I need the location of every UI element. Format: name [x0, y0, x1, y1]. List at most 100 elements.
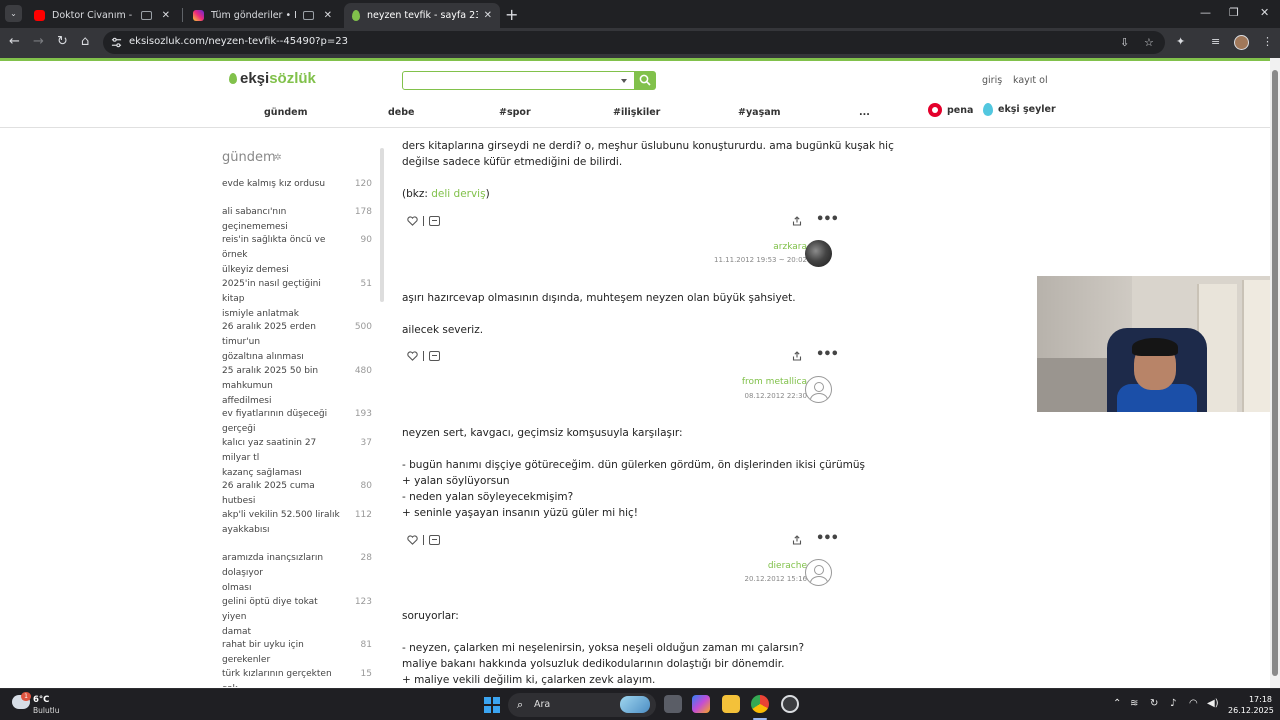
register-link[interactable]: kayıt ol [1013, 75, 1048, 86]
close-tab-icon[interactable]: ✕ [162, 10, 170, 21]
search-input[interactable] [402, 71, 635, 90]
dislike-icon[interactable] [429, 535, 440, 545]
profile-avatar[interactable] [1234, 35, 1249, 50]
entry-date[interactable]: 08.12.2012 22:30 [745, 392, 807, 400]
back-icon[interactable]: ← [9, 35, 20, 49]
entry-author[interactable]: arzkara [773, 242, 807, 252]
weather-temperature[interactable]: 6°C [33, 695, 49, 705]
nav-iliskiler[interactable]: #ilişkiler [613, 107, 660, 118]
search-options-chevron-icon[interactable] [621, 79, 627, 83]
favorite-heart-icon[interactable] [407, 216, 418, 226]
dislike-icon[interactable] [429, 351, 440, 361]
close-tab-icon[interactable]: ✕ [324, 10, 332, 21]
site-logo[interactable]: ekşisözlük [229, 70, 316, 87]
bookmark-star-icon[interactable]: ☆ [1144, 36, 1154, 49]
nav-debe[interactable]: debe [388, 107, 415, 118]
install-app-icon[interactable]: ⇩ [1120, 36, 1129, 49]
restore-icon[interactable]: ❐ [1229, 6, 1239, 19]
close-window-icon[interactable]: ✕ [1260, 6, 1269, 19]
network-icon[interactable]: ≋ [1130, 698, 1138, 709]
entry-author[interactable]: dierache [768, 561, 807, 571]
extensions-icon[interactable]: ✦ [1176, 35, 1185, 48]
forward-icon[interactable]: → [33, 35, 44, 49]
more-options-icon[interactable]: ••• [816, 531, 839, 546]
favorite-heart-icon[interactable] [407, 535, 418, 545]
share-icon[interactable] [792, 216, 802, 226]
sidebar-topic[interactable]: evde kalmış kız ordusu 120 [222, 177, 380, 192]
tab-search-button[interactable]: ⌄ [5, 5, 22, 22]
copilot-icon[interactable] [692, 695, 710, 713]
tab-eksisozluk[interactable]: neyzen tevfik - sayfa 23 - ekşi s ✕ [344, 3, 500, 28]
entry-text-line: + maliye vekili değilim ki, çalarken zev… [402, 674, 656, 686]
nav-yasam[interactable]: #yaşam [738, 107, 781, 118]
sidebar-topic[interactable]: 25 aralık 2025 50 bin mahkumun affedilmes… [222, 364, 380, 409]
author-avatar[interactable] [805, 240, 832, 267]
sidebar-topic[interactable]: rahat bir uyku için gerekenler 81 [222, 638, 380, 668]
favorite-heart-icon[interactable] [407, 351, 418, 361]
reload-icon[interactable]: ↻ [57, 35, 68, 49]
show-hidden-icons[interactable]: ⌃ [1113, 698, 1121, 709]
topic-count: 15 [360, 669, 372, 679]
eksi-seyler-link[interactable]: ekşi şeyler [983, 103, 1056, 116]
minimize-icon[interactable]: — [1200, 6, 1211, 19]
webcam-overlay[interactable] [1037, 276, 1280, 412]
sidebar-scrollbar[interactable] [380, 148, 384, 302]
dislike-icon[interactable] [429, 216, 440, 226]
more-options-icon[interactable]: ••• [816, 347, 839, 362]
entry-bkz-line: (bkz: deli derviş) [402, 188, 490, 200]
chrome-icon[interactable] [751, 695, 769, 713]
sidebar-topic[interactable]: 2025'in nasıl geçtiğini kitap ismiyle anl… [222, 277, 380, 322]
pena-link[interactable]: pena [928, 103, 973, 117]
more-options-icon[interactable]: ••• [816, 212, 839, 227]
sidebar-topic[interactable]: ev fiyatlarının düşeceği gerçeği 193 [222, 407, 380, 437]
nav-spor[interactable]: #spor [499, 107, 531, 118]
sidebar-topic[interactable]: 26 aralık 2025 cuma hutbesi 80 [222, 479, 380, 509]
sidebar-topic[interactable]: reis'in sağlıkta öncü ve örnek ülkeyiz de… [222, 233, 380, 278]
entry-author[interactable]: from metallica [742, 377, 807, 387]
login-link[interactable]: giriş [982, 75, 1002, 86]
share-icon[interactable] [792, 535, 802, 545]
app-icon[interactable] [781, 695, 799, 713]
system-clock[interactable]: 17:18 26.12.2025 [1228, 694, 1274, 716]
task-view-icon[interactable] [664, 695, 682, 713]
sidebar-topic[interactable]: kalıcı yaz saatinin 27 milyar tl kazanç s… [222, 436, 380, 481]
new-tab-button[interactable]: + [505, 5, 518, 24]
site-info-icon[interactable] [111, 37, 122, 48]
address-bar[interactable]: eksisozluk.com/neyzen-tevfik--45490?p=23… [103, 31, 1165, 54]
bkz-link[interactable]: deli derviş [431, 188, 485, 200]
sidebar-topic[interactable]: türk kızlarının gerçekten çok 15 [222, 667, 380, 687]
gear-icon[interactable]: ✲ [274, 153, 282, 163]
microphone-icon[interactable]: ♪ [1170, 698, 1176, 709]
search-button[interactable] [634, 71, 656, 90]
entry-text-line: - neden yalan söyleyecekmişim? [402, 491, 574, 503]
file-explorer-icon[interactable] [722, 695, 740, 713]
author-avatar[interactable] [805, 376, 832, 403]
sync-icon[interactable]: ↻ [1150, 698, 1158, 709]
volume-icon[interactable]: ◀) [1207, 698, 1219, 709]
browser-menu-icon[interactable]: ⋮ [1262, 35, 1273, 48]
weather-condition[interactable]: Bulutlu [33, 706, 60, 715]
entry-date[interactable]: 20.12.2012 15:16 [745, 575, 807, 583]
sidebar-topic[interactable]: aramızda inançsızların dolaşıyor olması 28 [222, 551, 380, 596]
scrollbar-thumb[interactable] [1272, 70, 1278, 676]
home-icon[interactable]: ⌂ [81, 35, 89, 49]
tab-youtube[interactable]: Doktor Civanım - YouTube ✕ [26, 3, 178, 28]
nav-gundem[interactable]: gündem [264, 107, 307, 118]
nav-more[interactable]: ... [859, 107, 870, 118]
wifi-icon[interactable]: ◠ [1189, 698, 1198, 709]
site-header: ekşisözlük giriş kayıt ol gündem debe #s… [0, 61, 1270, 128]
close-tab-icon[interactable]: ✕ [484, 10, 492, 21]
taskbar-search[interactable]: ⌕ Ara [508, 693, 656, 717]
tab-instagram[interactable]: Tüm gönderiler • Instagram ✕ [185, 3, 340, 28]
sidebar-topic[interactable]: ali sabancı'nın geçinememesi 178 [222, 205, 380, 235]
sidebar-topic[interactable]: gelini öptü diye tokat yiyen damat 123 [222, 595, 380, 640]
reading-list-icon[interactable]: ≡ [1211, 35, 1220, 48]
entry-date[interactable]: 11.11.2012 19:53 ~ 20:02 [714, 256, 807, 264]
author-avatar[interactable] [805, 559, 832, 586]
clock-date: 26.12.2025 [1228, 706, 1274, 715]
page-scrollbar[interactable] [1270, 58, 1280, 688]
share-icon[interactable] [792, 351, 802, 361]
sidebar-topic[interactable]: akp'li vekilin 52.500 liralık ayakkabısı 1… [222, 508, 380, 538]
start-button[interactable] [484, 697, 500, 713]
sidebar-topic[interactable]: 26 aralık 2025 erden timur'un gözaltına a… [222, 320, 380, 365]
